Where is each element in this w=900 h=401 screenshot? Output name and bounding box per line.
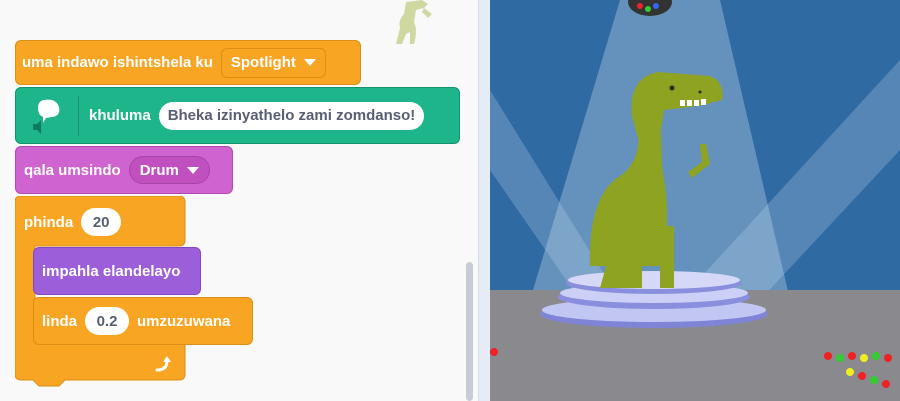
start-sound-label: qala umsindo <box>24 161 121 179</box>
speech-extension-icon <box>28 94 72 138</box>
speak-label: khuluma <box>89 107 151 124</box>
goto-label: uma indawo ishintshela ku <box>22 54 213 71</box>
repeat-label: phinda <box>24 213 74 231</box>
sound-value: Drum <box>139 161 179 179</box>
repeat-header: phinda 20 <box>15 200 122 244</box>
goto-target-dropdown[interactable]: Spotlight <box>220 47 326 78</box>
pane-divider <box>478 0 490 401</box>
next-costume-block[interactable]: impahla elandelayo <box>33 247 201 295</box>
speech-bubble-icon <box>33 99 60 134</box>
speak-block[interactable]: khuluma Bheka izinyathelo zami zomdanso! <box>15 87 460 144</box>
code-area[interactable]: uma indawo ishintshela ku Spotlight khul… <box>0 0 478 401</box>
next-costume-label: impahla elandelayo <box>42 262 181 280</box>
wait-label: linda <box>42 312 78 330</box>
sprite-thumbnail-icon <box>396 0 432 44</box>
stage[interactable] <box>490 0 900 401</box>
block-separator <box>78 95 79 136</box>
goto-block[interactable]: uma indawo ishintshela ku Spotlight <box>15 40 361 85</box>
wait-block[interactable]: linda 0.2 umzuzuwana <box>33 297 253 345</box>
caret-down-icon <box>186 166 199 174</box>
wait-seconds-input[interactable]: 0.2 <box>85 307 130 335</box>
repeat-count-input[interactable]: 20 <box>81 208 122 236</box>
dinosaur-sprite[interactable] <box>580 66 750 296</box>
goto-target-value: Spotlight <box>230 54 296 71</box>
speak-message-input[interactable]: Bheka izinyathelo zami zomdanso! <box>158 101 425 130</box>
loop-arrow-icon <box>153 354 173 379</box>
caret-down-icon <box>303 59 316 66</box>
wait-unit-label: umzuzuwana <box>137 312 231 330</box>
code-area-scrollbar[interactable] <box>466 262 473 401</box>
start-sound-block[interactable]: qala umsindo Drum <box>15 146 233 194</box>
sound-dropdown[interactable]: Drum <box>128 156 210 184</box>
